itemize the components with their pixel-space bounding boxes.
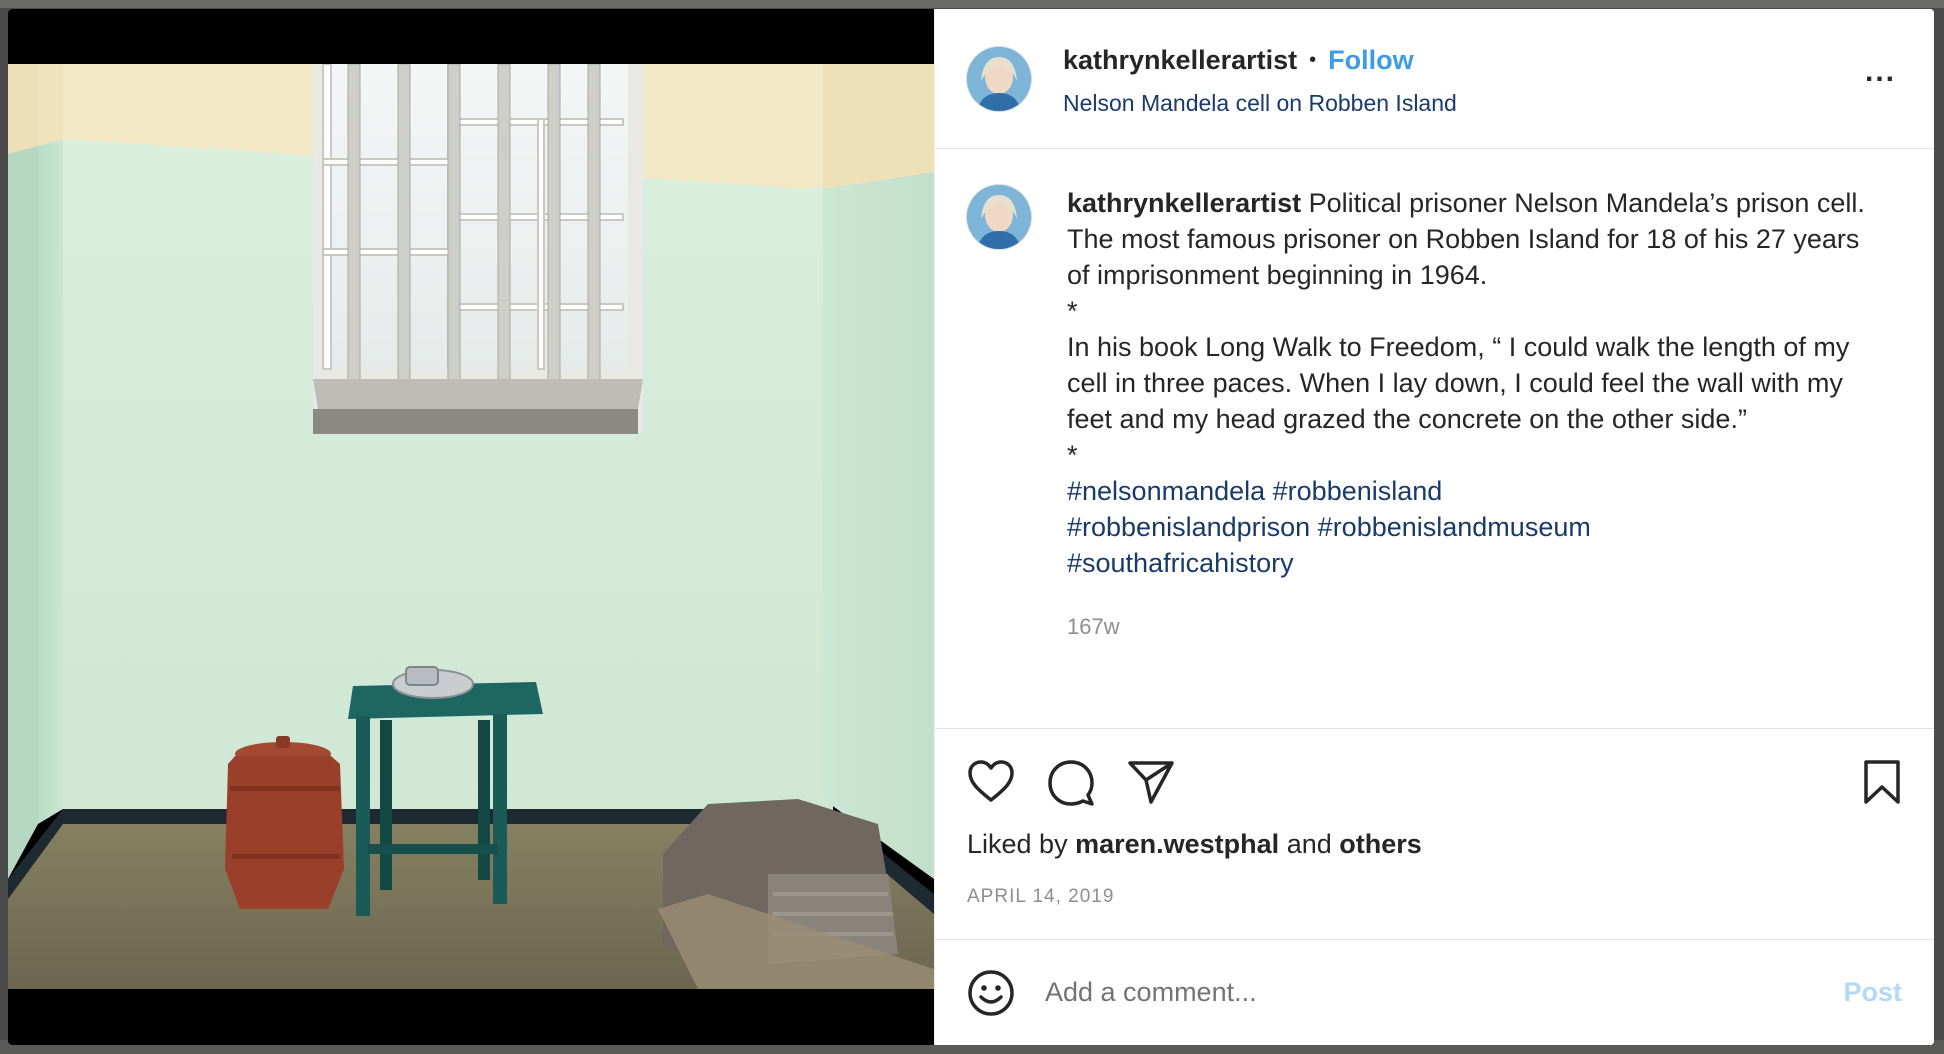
comment-input[interactable] bbox=[1043, 976, 1844, 1009]
caption-quote: In his book Long Walk to Freedom, “ I co… bbox=[1067, 332, 1850, 434]
author-avatar[interactable] bbox=[967, 47, 1031, 111]
post-comment-button[interactable]: Post bbox=[1843, 977, 1902, 1008]
liked-by-prefix: Liked by bbox=[967, 829, 1068, 859]
post-modal: kathrynkellerartist • Follow Nelson Mand… bbox=[8, 9, 1934, 1045]
share-icon[interactable] bbox=[1127, 759, 1175, 805]
post-time-ago[interactable]: 167w bbox=[1067, 609, 1872, 645]
liked-by-others[interactable]: others bbox=[1339, 829, 1422, 859]
caption-section: kathrynkellerartist Political prisoner N… bbox=[935, 149, 1934, 729]
post-header: kathrynkellerartist • Follow Nelson Mand… bbox=[935, 9, 1934, 149]
page-backdrop bbox=[0, 0, 1944, 8]
separator-dot: • bbox=[1309, 49, 1317, 71]
hashtag-line-2[interactable]: #robbenislandprison #robbenislandmuseum bbox=[1067, 509, 1872, 545]
author-username[interactable]: kathrynkellerartist bbox=[1063, 45, 1297, 76]
heart-icon[interactable] bbox=[967, 759, 1015, 803]
comment-icon[interactable] bbox=[1047, 759, 1095, 807]
caption-text: kathrynkellerartist Political prisoner N… bbox=[1067, 185, 1872, 728]
post-media bbox=[8, 9, 934, 1045]
caption-author-avatar[interactable] bbox=[967, 185, 1031, 249]
post-sidebar: kathrynkellerartist • Follow Nelson Mand… bbox=[934, 9, 1934, 1045]
likes-summary: Liked by maren.westphal and others bbox=[935, 829, 1934, 860]
liked-by-middle: and bbox=[1286, 829, 1332, 859]
liked-by-user[interactable]: maren.westphal bbox=[1075, 829, 1279, 859]
hashtag-line-1[interactable]: #nelsonmandela #robbenisland bbox=[1067, 473, 1872, 509]
comment-bar: Post bbox=[935, 939, 1934, 1045]
more-options-icon[interactable]: ... bbox=[1865, 57, 1896, 87]
caption-author-username[interactable]: kathrynkellerartist bbox=[1067, 188, 1301, 218]
post-date[interactable]: APRIL 14, 2019 bbox=[935, 886, 1934, 908]
action-bar bbox=[935, 729, 1934, 821]
caption-separator-1: * bbox=[1067, 296, 1078, 326]
bookmark-icon[interactable] bbox=[1862, 759, 1902, 805]
caption-separator-2: * bbox=[1067, 440, 1078, 470]
emoji-icon[interactable] bbox=[967, 969, 1015, 1017]
post-photo[interactable] bbox=[8, 64, 934, 989]
post-location[interactable]: Nelson Mandela cell on Robben Island bbox=[1063, 90, 1457, 117]
hashtag-line-3[interactable]: #southafricahistory bbox=[1067, 545, 1872, 581]
follow-button[interactable]: Follow bbox=[1328, 45, 1413, 76]
